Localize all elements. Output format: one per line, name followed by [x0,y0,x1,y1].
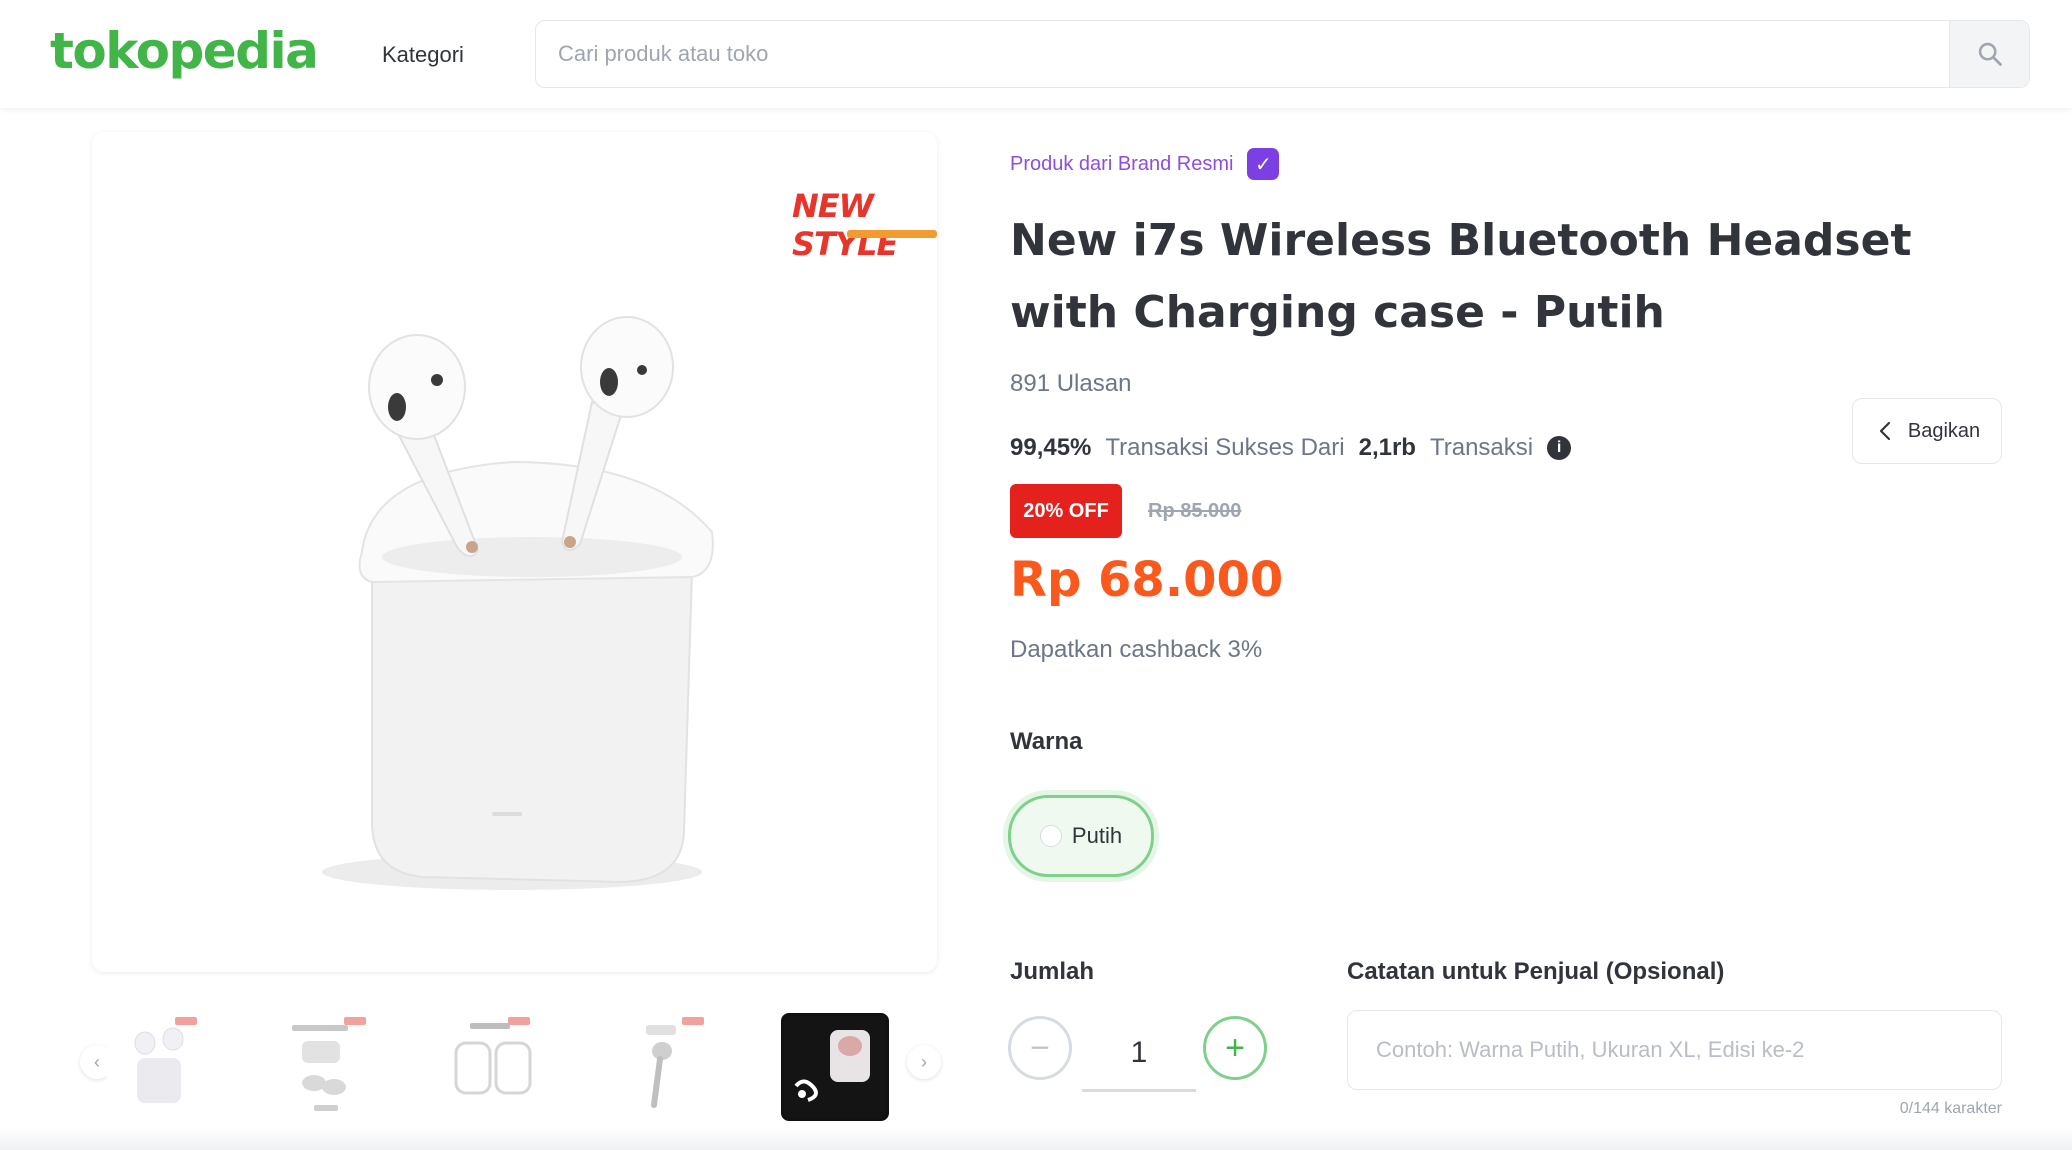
newstyle-watermark: NEW STYLE [792,187,898,263]
thumbnail-3[interactable] [442,1013,550,1121]
earbuds-thumbnail-image [292,1017,366,1111]
stats-label-transactions: Transaksi [1429,434,1534,461]
quantity-input[interactable] [1082,1016,1196,1092]
search-icon [1978,42,2002,66]
earbuds-thumbnail-image [646,1017,704,1108]
info-icon[interactable]: i [1547,436,1572,460]
quantity-decrease-button[interactable]: − [1008,1016,1072,1080]
quantity-increase-button[interactable]: + [1203,1016,1267,1080]
color-swatch-icon [1039,825,1062,847]
thumbnail-1[interactable] [107,1013,215,1121]
official-check-icon: ✓ [1247,148,1280,180]
review-count[interactable]: 891 Ulasan [1010,370,1131,398]
thumbnail-next-button[interactable]: › [907,1045,941,1079]
newstyle-underline [847,230,937,238]
transaction-count: 2,1rb [1358,434,1416,461]
minus-icon: − [1030,1028,1050,1067]
share-button[interactable]: Bagikan [1852,398,2002,464]
earbuds-thumbnail-image [784,1016,886,1118]
official-brand-line: Produk dari Brand Resmi ✓ [1010,148,1280,180]
official-brand-label: Produk dari Brand Resmi [1010,152,1234,175]
cashback-info: Dapatkan cashback 3% [1010,636,1263,663]
product-title: New i7s Wireless Bluetooth Headset with … [1010,215,1912,338]
thumbnail-2[interactable] [274,1013,382,1121]
chevron-right-icon: › [921,1051,927,1072]
seller-notes-input[interactable] [1347,1010,2002,1090]
transaction-stats: 99,45% Transaksi Sukses Dari 2,1rb Trans… [1010,434,1572,462]
seller-notes-label: Catatan untuk Penjual (Opsional) [1347,958,1725,985]
share-icon [1879,421,1890,441]
search-button[interactable] [1949,21,2029,87]
main-product-image[interactable]: NEW STYLE [92,132,937,972]
share-label: Bagikan [1907,419,1981,442]
product-price: Rp 68.000 [1010,552,1284,608]
kategori-menu[interactable]: Kategori [382,42,464,68]
success-rate: 99,45% [1010,434,1092,461]
thumbnail-4[interactable] [612,1013,720,1121]
discount-row: 20% OFF Rp 85.000 [1010,484,1241,538]
original-price: Rp 85.000 [1148,499,1242,522]
chevron-left-icon: ‹ [94,1051,100,1072]
earbuds-thumbnail-image [454,1017,532,1095]
earbuds-thumbnail-image [134,1017,197,1103]
search-input[interactable] [558,21,1918,87]
notes-character-counter: 0/144 karakter [1899,1100,2002,1117]
tokopedia-logo[interactable]: tokopedia [50,22,319,80]
search-bar [535,20,2030,88]
thumbnail-5-active[interactable] [781,1013,889,1121]
discount-badge: 20% OFF [1010,484,1122,538]
plus-icon: + [1225,1028,1245,1067]
stats-label-success: Transaksi Sukses Dari [1105,434,1345,461]
variant-option-putih[interactable]: Putih [1008,795,1154,877]
quantity-label: Jumlah [1010,958,1095,985]
top-header: tokopedia Kategori [0,0,2072,108]
variant-label: Warna [1010,728,1083,755]
thumbnail-strip: ‹ › [80,1005,941,1121]
bottom-shadow-divider [0,1128,2072,1150]
variant-option-label: Putih [1071,823,1123,848]
